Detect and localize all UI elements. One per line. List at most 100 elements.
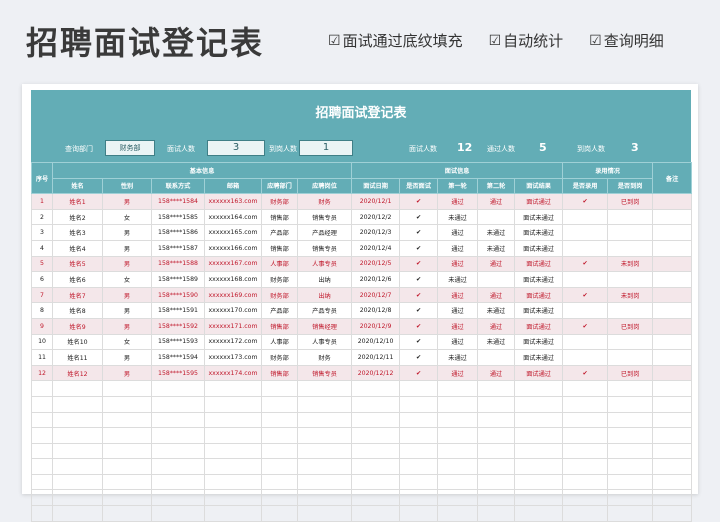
empty-cell[interactable] xyxy=(562,411,609,429)
empty-cell[interactable] xyxy=(652,380,693,397)
empty-cell[interactable] xyxy=(477,489,516,507)
cell-sex[interactable]: 男 xyxy=(102,224,152,241)
empty-cell[interactable] xyxy=(437,380,479,397)
cell-remark[interactable] xyxy=(652,349,693,366)
column-header[interactable]: 第一轮 xyxy=(437,177,479,195)
cell-r1[interactable]: 通过 xyxy=(437,333,479,351)
cell-seq[interactable]: 12 xyxy=(31,364,53,382)
cell-hired[interactable]: ✔ xyxy=(562,255,609,273)
empty-cell[interactable] xyxy=(102,505,152,522)
cell-seq[interactable]: 7 xyxy=(31,286,53,304)
cell-arrived[interactable]: 已到岗 xyxy=(607,364,654,382)
cell-dept[interactable]: 销售部 xyxy=(261,208,298,226)
empty-cell[interactable] xyxy=(151,458,205,475)
cell-name[interactable]: 姓名4 xyxy=(52,239,103,257)
cell-hired[interactable] xyxy=(562,208,609,226)
cell-interviewed[interactable]: ✔ xyxy=(399,271,439,288)
cell-seq[interactable]: 1 xyxy=(31,193,53,210)
cell-interviewed[interactable]: ✔ xyxy=(399,302,439,319)
cell-result[interactable]: 面试通过 xyxy=(514,286,564,304)
empty-cell[interactable] xyxy=(514,395,564,413)
cell-remark[interactable] xyxy=(652,364,693,382)
column-header[interactable]: 应聘部门 xyxy=(261,177,298,195)
empty-cell[interactable] xyxy=(562,473,609,491)
empty-cell[interactable] xyxy=(652,442,693,460)
cell-hired[interactable]: ✔ xyxy=(562,193,609,210)
empty-cell[interactable] xyxy=(477,395,516,413)
cell-phone[interactable]: 158****1592 xyxy=(151,317,205,335)
cell-pos[interactable]: 产品经理 xyxy=(296,224,353,241)
cell-dept[interactable]: 销售部 xyxy=(261,364,298,382)
cell-phone[interactable]: 158****1594 xyxy=(151,349,205,366)
empty-cell[interactable] xyxy=(151,427,205,444)
empty-cell[interactable] xyxy=(296,489,353,507)
cell-sex[interactable]: 女 xyxy=(102,333,152,351)
cell-phone[interactable]: 158****1585 xyxy=(151,208,205,226)
cell-arrived[interactable] xyxy=(607,239,654,257)
cell-remark[interactable] xyxy=(652,302,693,319)
cell-dept[interactable]: 销售部 xyxy=(261,317,298,335)
cell-sex[interactable]: 男 xyxy=(102,302,152,319)
cell-pos[interactable]: 人事专员 xyxy=(296,255,353,273)
empty-cell[interactable] xyxy=(204,427,262,444)
cell-r2[interactable]: 未通过 xyxy=(477,224,516,241)
cell-date[interactable]: 2020/12/5 xyxy=(351,255,401,273)
empty-cell[interactable] xyxy=(607,458,654,475)
empty-cell[interactable] xyxy=(514,473,564,491)
empty-cell[interactable] xyxy=(351,505,401,522)
cell-name[interactable]: 姓名1 xyxy=(52,193,103,210)
empty-cell[interactable] xyxy=(607,489,654,507)
cell-interviewed[interactable]: ✔ xyxy=(399,317,439,335)
empty-cell[interactable] xyxy=(607,473,654,491)
cell-r1[interactable]: 通过 xyxy=(437,239,479,257)
empty-cell[interactable] xyxy=(351,458,401,475)
cell-arrived[interactable]: 未到岗 xyxy=(607,255,654,273)
cell-interviewed[interactable]: ✔ xyxy=(399,208,439,226)
column-header[interactable]: 面试日期 xyxy=(351,177,401,195)
cell-arrived[interactable]: 已到岗 xyxy=(607,193,654,210)
column-header[interactable]: 第二轮 xyxy=(477,177,516,195)
cell-interviewed[interactable]: ✔ xyxy=(399,255,439,273)
empty-cell[interactable] xyxy=(514,458,564,475)
empty-cell[interactable] xyxy=(437,489,479,507)
empty-cell[interactable] xyxy=(514,505,564,522)
column-header[interactable]: 邮箱 xyxy=(204,177,262,195)
empty-cell[interactable] xyxy=(399,380,439,397)
cell-date[interactable]: 2020/12/12 xyxy=(351,364,401,382)
empty-cell[interactable] xyxy=(437,458,479,475)
cell-pos[interactable]: 销售专员 xyxy=(296,208,353,226)
empty-cell[interactable] xyxy=(652,458,693,475)
empty-cell[interactable] xyxy=(399,442,439,460)
empty-cell[interactable] xyxy=(437,427,479,444)
cell-result[interactable]: 面试通过 xyxy=(514,255,564,273)
cell-arrived[interactable] xyxy=(607,302,654,319)
cell-interviewed[interactable]: ✔ xyxy=(399,239,439,257)
cell-sex[interactable]: 男 xyxy=(102,349,152,366)
empty-cell[interactable] xyxy=(296,473,353,491)
empty-cell[interactable] xyxy=(31,505,53,522)
empty-cell[interactable] xyxy=(514,489,564,507)
cell-seq[interactable]: 8 xyxy=(31,302,53,319)
cell-arrived[interactable] xyxy=(607,349,654,366)
empty-cell[interactable] xyxy=(652,411,693,429)
empty-cell[interactable] xyxy=(399,458,439,475)
cell-seq[interactable]: 2 xyxy=(31,208,53,226)
cell-interviewed[interactable]: ✔ xyxy=(399,286,439,304)
cell-result[interactable]: 面试未通过 xyxy=(514,302,564,319)
cell-hired[interactable]: ✔ xyxy=(562,317,609,335)
cell-email[interactable]: xxxxxx163.com xyxy=(204,193,262,210)
empty-cell[interactable] xyxy=(204,380,262,397)
cell-pos[interactable]: 销售专员 xyxy=(296,364,353,382)
empty-cell[interactable] xyxy=(514,411,564,429)
cell-remark[interactable] xyxy=(652,255,693,273)
cell-r1[interactable]: 通过 xyxy=(437,302,479,319)
empty-cell[interactable] xyxy=(514,380,564,397)
cell-email[interactable]: xxxxxx174.com xyxy=(204,364,262,382)
empty-cell[interactable] xyxy=(31,411,53,429)
empty-cell[interactable] xyxy=(296,427,353,444)
empty-cell[interactable] xyxy=(296,395,353,413)
cell-name[interactable]: 姓名2 xyxy=(52,208,103,226)
empty-cell[interactable] xyxy=(31,473,53,491)
cell-name[interactable]: 姓名8 xyxy=(52,302,103,319)
cell-pos[interactable]: 出纳 xyxy=(296,286,353,304)
